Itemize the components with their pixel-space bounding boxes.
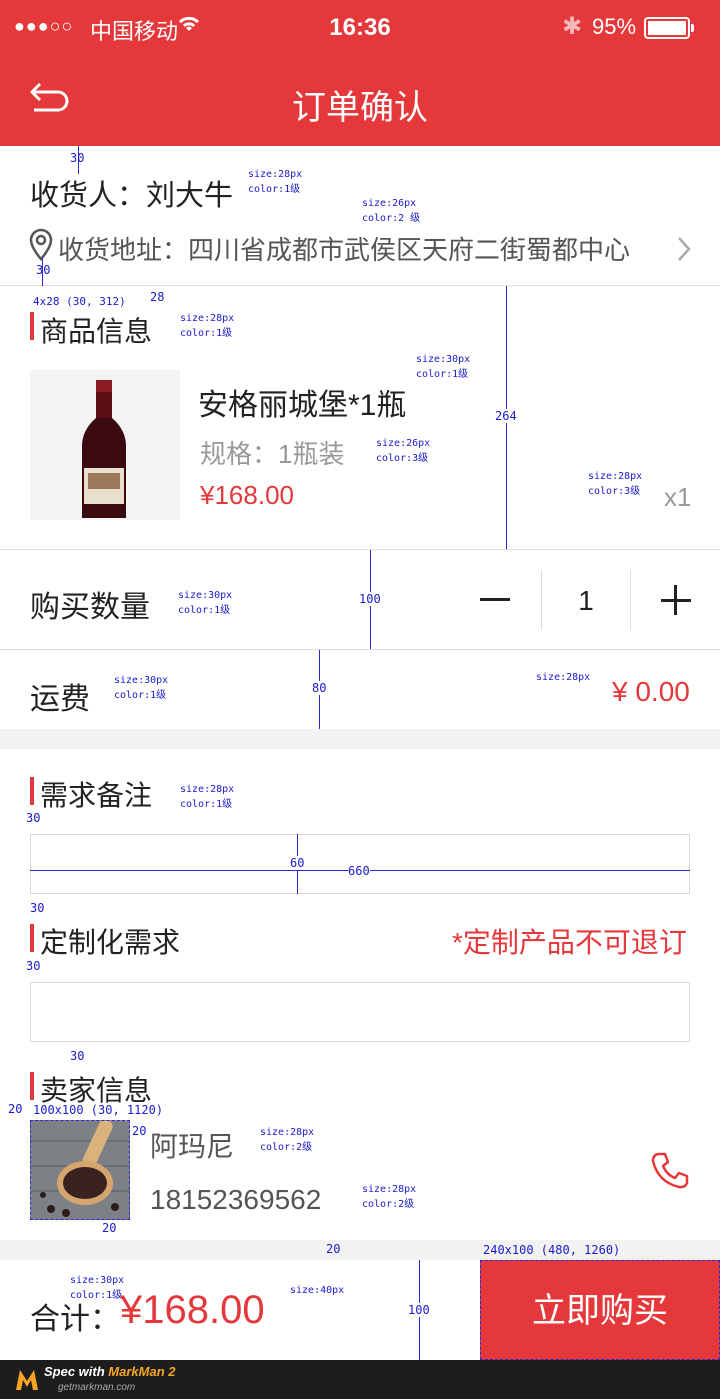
markman-logo-icon — [16, 1370, 38, 1390]
seller-name: 阿玛尼 — [150, 1131, 235, 1162]
seller-phone: 18152369562 — [150, 1184, 322, 1215]
product-spec: 规格：1瓶装 — [200, 439, 345, 469]
divider — [630, 570, 631, 630]
page-title: 订单确认 — [292, 89, 428, 127]
seller-photo-icon — [31, 1121, 129, 1219]
divider — [0, 285, 720, 286]
section-gap — [0, 729, 720, 749]
dim-label: 80 — [312, 681, 327, 695]
section-title-product: 商品信息 — [40, 316, 153, 347]
spec-note: size:30px color:1级 — [178, 590, 233, 616]
divider — [0, 549, 720, 550]
dim-label: 100 — [359, 592, 381, 606]
product-count: x1 — [664, 482, 692, 512]
dim-label: 30 — [70, 1049, 85, 1063]
dim-label: 20 — [326, 1242, 341, 1256]
dim-label: 20 — [132, 1124, 147, 1138]
watermark-line1: Spec with MarkMan 2 — [44, 1364, 176, 1379]
spec-note: size:28px color:1级 — [180, 313, 235, 339]
dim-guide — [42, 258, 43, 286]
spec-note: size:40px — [290, 1285, 345, 1296]
dim-label: 30 — [30, 901, 45, 915]
custom-input[interactable] — [30, 982, 690, 1042]
markman-watermark: Spec with MarkMan 2 getmarkman.com — [0, 1360, 720, 1399]
spec-note: size:28px — [536, 672, 591, 683]
dim-label: 660 — [348, 864, 370, 878]
spec-note: size:28px color:2级 — [260, 1127, 315, 1153]
dim-label: 100x100 (30, 1120) — [33, 1103, 164, 1117]
spec-note: size:28px color:1级 — [180, 784, 235, 810]
watermark-line2: getmarkman.com — [58, 1382, 136, 1393]
custom-warning: *定制产品不可退订 — [452, 927, 687, 958]
watermark-text: Spec with — [44, 1364, 109, 1379]
watermark-brand: MarkMan 2 — [108, 1364, 176, 1379]
spec-note: size:26px color:3级 — [376, 438, 431, 464]
total-value: ¥168.00 — [120, 1288, 265, 1332]
dim-label: 28 — [150, 290, 165, 304]
spec-note: size:30px color:1级 — [70, 1275, 125, 1301]
seller-avatar[interactable] — [30, 1120, 130, 1220]
spec-note: size:26px color:2 级 — [362, 198, 421, 224]
section-marker — [30, 1072, 34, 1100]
section-marker — [30, 312, 34, 340]
dim-label: 20 — [8, 1102, 23, 1116]
buy-now-button[interactable]: 立即购买 — [480, 1260, 720, 1360]
quantity-label: 购买数量 — [30, 591, 150, 624]
location-pin-icon — [29, 228, 53, 261]
dim-label: 30 — [26, 811, 41, 825]
address-text: 收货地址：四川省成都市武侯区天府二街蜀都中心 — [58, 235, 631, 265]
section-title-custom: 定制化需求 — [40, 927, 181, 958]
spec-note: size:28px color:1级 — [248, 169, 303, 195]
divider — [0, 649, 720, 650]
chevron-right-icon — [678, 237, 691, 261]
dim-label: 240x100 (480, 1260) — [483, 1243, 621, 1257]
wine-bottle-icon — [30, 370, 180, 520]
spec-note: size:30px color:1级 — [114, 675, 169, 701]
shipping-value: ¥ 0.00 — [612, 676, 690, 707]
section-title-notes: 需求备注 — [40, 780, 153, 811]
battery-percent: 95% — [592, 14, 637, 39]
dim-label: 4x28 (30, 312) — [33, 295, 126, 308]
quantity-decrement-button[interactable] — [480, 598, 510, 601]
dim-label: 30 — [36, 263, 51, 277]
nav-bar: 订单确认 — [0, 56, 720, 146]
dim-label: 60 — [290, 856, 305, 870]
product-image[interactable] — [30, 370, 180, 520]
product-name: 安格丽城堡*1瓶 — [198, 389, 407, 422]
dim-label: 100 — [408, 1303, 430, 1317]
dim-label: 30 — [26, 959, 41, 973]
consignee-name: 收货人：刘大牛 — [30, 180, 234, 212]
section-marker — [30, 924, 34, 952]
battery-icon — [644, 17, 694, 39]
product-price: ¥168.00 — [200, 480, 294, 510]
quantity-value[interactable]: 1 — [542, 585, 630, 617]
dim-label: 20 — [102, 1221, 117, 1235]
shipping-label: 运费 — [30, 683, 90, 716]
plus-icon[interactable] — [674, 585, 677, 615]
dim-label: 264 — [495, 409, 517, 423]
section-marker — [30, 777, 34, 805]
spec-note: size:28px color:2级 — [362, 1184, 417, 1210]
spec-note: size:30px color:1级 — [416, 354, 471, 380]
bluetooth-icon: ✱ — [562, 13, 583, 40]
dim-label: 30 — [70, 151, 85, 165]
phone-call-icon[interactable] — [650, 1150, 690, 1190]
status-bar: ●●●○○ 中国移动 16:36 ✱ 95% — [0, 0, 720, 56]
spec-note: size:28px color:3级 — [588, 471, 643, 497]
